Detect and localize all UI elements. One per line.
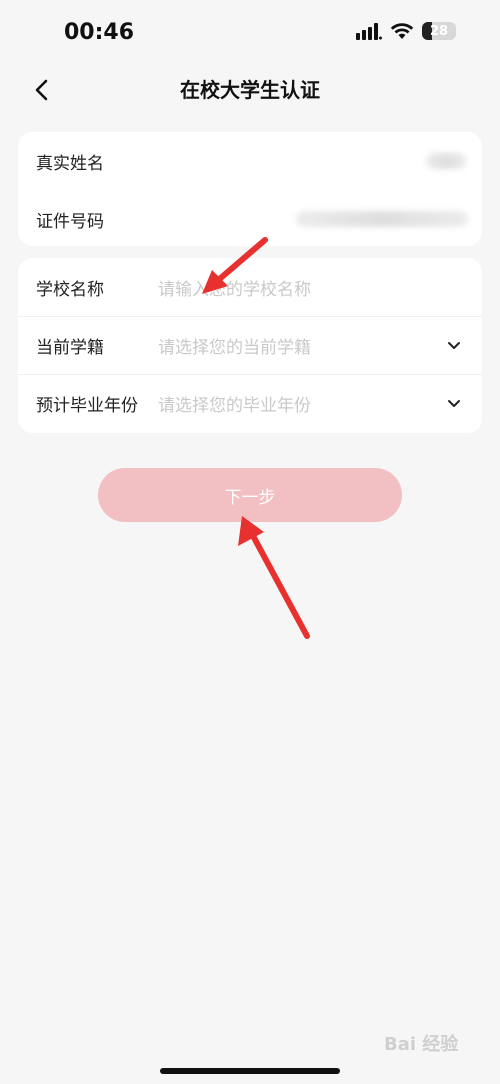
battery-level: 28 bbox=[429, 23, 449, 39]
graduation-year-row[interactable]: 预计毕业年份 请选择您的毕业年份 bbox=[18, 374, 482, 432]
wifi-icon bbox=[390, 23, 414, 39]
graduation-year-label: 预计毕业年份 bbox=[36, 396, 138, 416]
school-name-input[interactable]: 请输入您的学校名称 bbox=[158, 275, 464, 300]
current-status-label: 当前学籍 bbox=[36, 338, 104, 358]
id-number-value-blurred bbox=[296, 211, 468, 227]
page-title: 在校大学生认证 bbox=[180, 78, 320, 102]
school-name-row[interactable]: 学校名称 请输入您的学校名称 bbox=[18, 258, 482, 316]
arrow-to-next-button bbox=[238, 516, 310, 639]
status-icons: 28 bbox=[356, 22, 456, 40]
status-bar: 00:46 28 bbox=[0, 0, 500, 64]
watermark: Bai 经验 bbox=[384, 1034, 459, 1055]
signal-icon bbox=[356, 23, 382, 40]
current-status-select[interactable]: 请选择您的当前学籍 bbox=[158, 333, 444, 358]
next-step-button[interactable]: 下一步 bbox=[98, 468, 402, 522]
chevron-down-icon[interactable] bbox=[444, 394, 464, 414]
nav-bar: 在校大学生认证 bbox=[0, 64, 500, 114]
real-name-value-blurred bbox=[426, 153, 466, 169]
battery-icon: 28 bbox=[422, 22, 456, 40]
id-number-label: 证件号码 bbox=[36, 211, 104, 232]
chevron-down-icon[interactable] bbox=[444, 336, 464, 356]
home-indicator[interactable] bbox=[160, 1068, 340, 1074]
identity-card: 真实姓名 证件号码 bbox=[18, 132, 482, 246]
real-name-row: 真实姓名 bbox=[18, 132, 482, 190]
status-time: 00:46 bbox=[64, 20, 135, 45]
id-number-row: 证件号码 bbox=[18, 190, 482, 248]
school-info-card: 学校名称 请输入您的学校名称 当前学籍 请选择您的当前学籍 预计毕业年份 请选择… bbox=[18, 258, 482, 433]
school-name-label: 学校名称 bbox=[36, 279, 104, 300]
current-status-row[interactable]: 当前学籍 请选择您的当前学籍 bbox=[18, 316, 482, 374]
graduation-year-select[interactable]: 请选择您的毕业年份 bbox=[158, 391, 444, 416]
real-name-label: 真实姓名 bbox=[36, 153, 104, 174]
